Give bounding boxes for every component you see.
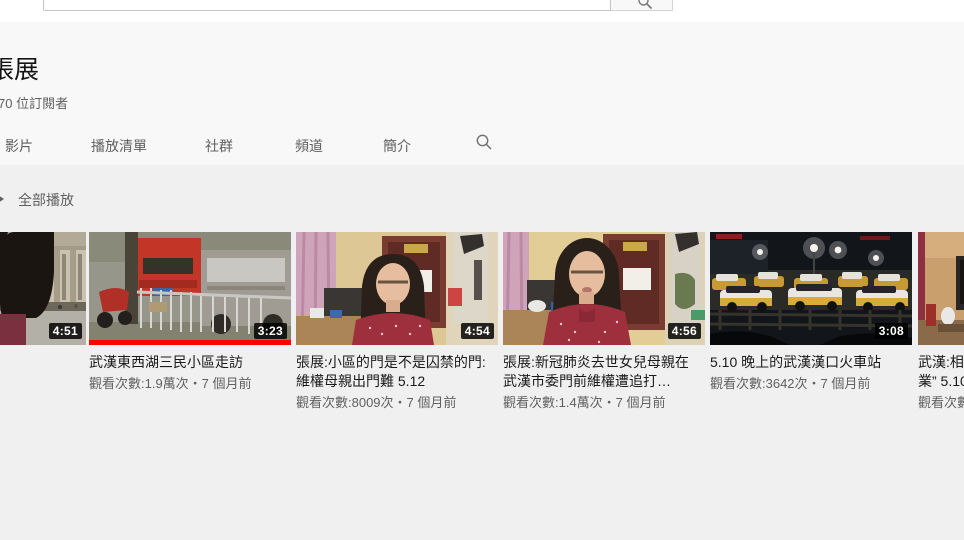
video-title[interactable]: 續顯現5.13 xyxy=(0,353,71,372)
tab-community[interactable]: 社群 xyxy=(205,136,233,156)
video-title[interactable]: 5.10 晚上的武漢漢口火車站 xyxy=(710,353,903,372)
channel-search-icon[interactable] xyxy=(474,132,494,152)
video-meta: 觀看次數:8009次・7 個月前 xyxy=(296,395,498,410)
duration-badge: 3:08 xyxy=(875,323,908,339)
video-thumbnail[interactable]: 3:08 xyxy=(710,232,912,345)
search-input[interactable]: 搜尋 xyxy=(43,0,611,11)
play-all-button[interactable]: 全部播放 xyxy=(18,190,74,210)
video-title[interactable]: 武漢東西湖三民小區走訪 xyxy=(89,353,282,372)
video-card[interactable]: 4:54 張展:小區的門是不是囚禁的門:維權母親出門難 5.12 觀看次數:80… xyxy=(296,232,498,410)
video-card[interactable]: 4:51 續顯現5.13 ・7 個月前 xyxy=(0,232,86,391)
video-title[interactable]: 武漢:相 業” 5.10 xyxy=(918,353,964,391)
tab-about[interactable]: 簡介 xyxy=(383,136,411,156)
tab-channels[interactable]: 頻道 xyxy=(295,136,323,156)
video-card[interactable]: 武漢:相 業” 5.10 觀看次數: xyxy=(918,232,964,410)
video-meta: 觀看次數: xyxy=(918,395,964,410)
video-card[interactable]: 3:23 武漢東西湖三民小區走訪 觀看次數:1.9萬次・7 個月前 xyxy=(89,232,291,391)
channel-title: 張展 xyxy=(0,50,39,86)
video-thumbnail[interactable]: 4:56 xyxy=(503,232,705,345)
masthead: 搜尋 xyxy=(0,0,964,22)
video-meta: 觀看次數:1.4萬次・7 個月前 xyxy=(503,395,705,410)
tab-playlists[interactable]: 播放清單 xyxy=(91,136,147,156)
video-thumbnail[interactable]: 3:23 xyxy=(89,232,291,345)
youtube-channel-page: { "masthead": { "search_placeholder": "搜… xyxy=(0,0,964,540)
duration-badge: 4:54 xyxy=(461,323,494,339)
video-thumbnail[interactable] xyxy=(918,232,964,345)
thumbnail-scene-room-tv xyxy=(918,232,964,345)
tab-videos[interactable]: 影片 xyxy=(5,136,33,156)
video-meta: 觀看次數:3642次・7 個月前 xyxy=(710,376,912,391)
play-all-icon xyxy=(0,193,4,205)
duration-badge: 4:51 xyxy=(49,323,82,339)
duration-badge: 4:56 xyxy=(668,323,701,339)
video-thumbnail[interactable]: 4:51 xyxy=(0,232,86,345)
watch-progress-bar xyxy=(89,340,291,345)
subscriber-count: 70 位訂閱者 xyxy=(0,93,68,112)
search-icon xyxy=(637,0,653,10)
video-title[interactable]: 張展:小區的門是不是囚禁的門:維權母親出門難 5.12 xyxy=(296,353,489,391)
video-card[interactable]: 3:08 5.10 晚上的武漢漢口火車站 觀看次數:3642次・7 個月前 xyxy=(710,232,912,391)
video-thumbnail[interactable]: 4:54 xyxy=(296,232,498,345)
video-title[interactable]: 張展:新冠肺炎去世女兒母親在武漢市委門前維權遭追打… xyxy=(503,353,696,391)
video-meta: ・7 個月前 xyxy=(0,376,86,391)
duration-badge: 3:23 xyxy=(254,323,287,339)
video-card[interactable]: 4:56 張展:新冠肺炎去世女兒母親在武漢市委門前維權遭追打… 觀看次數:1.4… xyxy=(503,232,705,410)
video-meta: 觀看次數:1.9萬次・7 個月前 xyxy=(89,376,291,391)
